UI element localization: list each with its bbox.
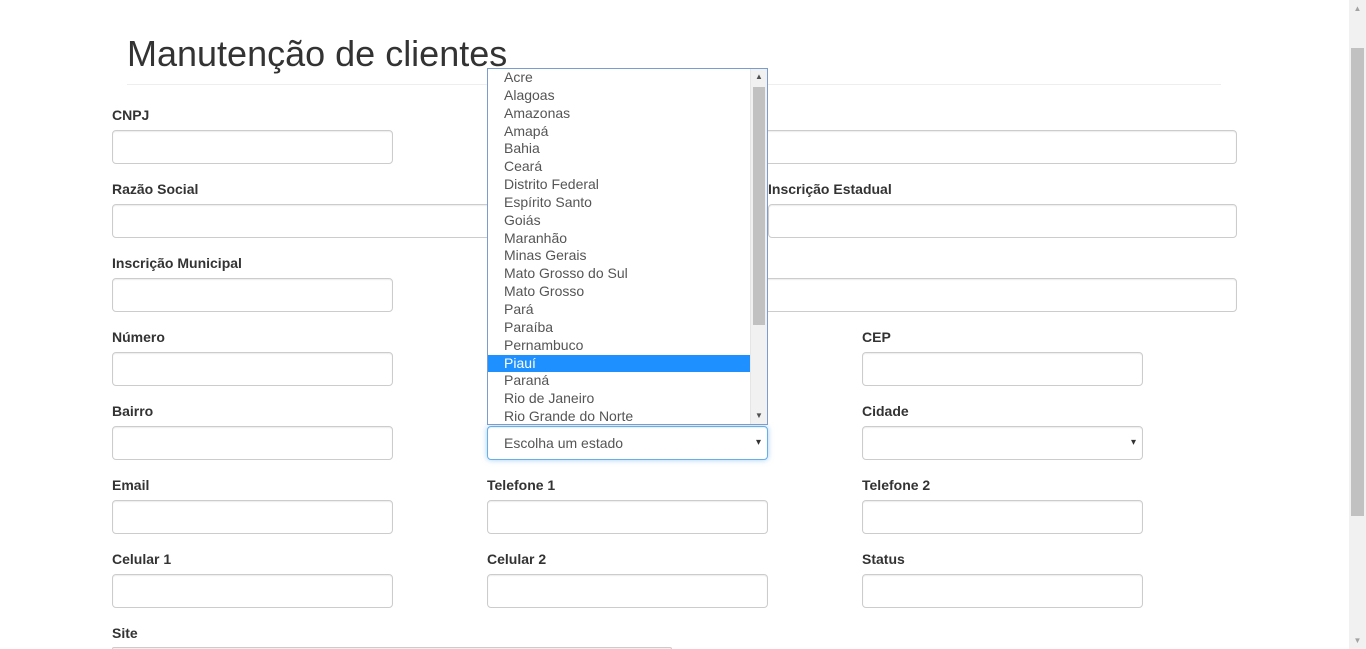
telefone1-input[interactable]	[487, 500, 768, 534]
chevron-down-icon: ▾	[1130, 437, 1136, 448]
inscricao-estadual-input[interactable]	[768, 204, 1237, 238]
estado-select-value: Escolha um estado	[504, 435, 624, 451]
scroll-up-arrow-icon[interactable]: ▲	[1349, 0, 1366, 17]
scroll-up-arrow-icon[interactable]: ▲	[751, 69, 767, 85]
inscricao-municipal-input[interactable]	[112, 278, 393, 312]
cep-label: CEP	[862, 329, 891, 345]
bairro-label: Bairro	[112, 403, 154, 419]
estado-option[interactable]: Piauí	[488, 354, 750, 373]
numero-input[interactable]	[112, 352, 393, 386]
estado-option[interactable]: Rio de Janeiro	[488, 390, 750, 408]
cep-input[interactable]	[862, 352, 1143, 386]
cnpj-label: CNPJ	[112, 107, 150, 123]
razao-social-label: Razão Social	[112, 181, 199, 197]
estado-option[interactable]: Alagoas	[488, 87, 750, 105]
chevron-down-icon: ▾	[755, 437, 761, 448]
estado-option[interactable]: Paraíba	[488, 319, 750, 337]
estado-select[interactable]: Escolha um estado ▾	[487, 426, 768, 460]
celular2-input[interactable]	[487, 574, 768, 608]
estado-option[interactable]: Paraná	[488, 372, 750, 390]
estado-option[interactable]: Goiás	[488, 212, 750, 230]
estado-options: Acre Alagoas Amazonas Amapá Bahia Ceará Distri…	[488, 69, 767, 424]
page-scroll-thumb[interactable]	[1351, 48, 1364, 516]
estado-option[interactable]: Mato Grosso	[488, 283, 750, 301]
inscricao-municipal-label: Inscrição Municipal	[112, 255, 242, 271]
dropdown-scrollbar[interactable]: ▲ ▼	[750, 69, 767, 424]
estado-option[interactable]: Espírito Santo	[488, 194, 750, 212]
estado-option[interactable]: Bahia	[488, 140, 750, 158]
estado-option[interactable]: Mato Grosso do Sul	[488, 265, 750, 283]
telefone2-input[interactable]	[862, 500, 1143, 534]
estado-option[interactable]: Minas Gerais	[488, 247, 750, 265]
inscricao-estadual-label: Inscrição Estadual	[768, 181, 892, 197]
celular2-label: Celular 2	[487, 551, 547, 567]
estado-option[interactable]: Amazonas	[488, 105, 750, 123]
bairro-input[interactable]	[112, 426, 393, 460]
page-title: Manutenção de clientes	[127, 33, 508, 74]
scroll-down-arrow-icon[interactable]: ▼	[1349, 632, 1366, 649]
estado-option[interactable]: Maranhão	[488, 230, 750, 248]
site-label: Site	[112, 625, 138, 641]
cnpj-input[interactable]	[112, 130, 393, 164]
scroll-down-arrow-icon[interactable]: ▼	[751, 408, 767, 424]
status-label: Status	[862, 551, 905, 567]
email-input[interactable]	[112, 500, 393, 534]
estado-option[interactable]: Distrito Federal	[488, 176, 750, 194]
telefone1-label: Telefone 1	[487, 477, 556, 493]
celular1-input[interactable]	[112, 574, 393, 608]
cidade-label: Cidade	[862, 403, 909, 419]
estado-option[interactable]: Acre	[488, 69, 750, 87]
estado-option[interactable]: Pernambuco	[488, 337, 750, 355]
estado-option[interactable]: Rio Grande do Norte	[488, 408, 750, 424]
dropdown-scroll-thumb[interactable]	[753, 87, 765, 325]
estado-dropdown-list[interactable]: Acre Alagoas Amazonas Amapá Bahia Ceará Distri…	[487, 68, 768, 425]
status-input[interactable]	[862, 574, 1143, 608]
email-label: Email	[112, 477, 150, 493]
celular1-label: Celular 1	[112, 551, 172, 567]
estado-option[interactable]: Pará	[488, 301, 750, 319]
estado-option[interactable]: Amapá	[488, 123, 750, 141]
page-scrollbar[interactable]: ▲ ▼	[1349, 0, 1366, 649]
telefone2-label: Telefone 2	[862, 477, 931, 493]
numero-label: Número	[112, 329, 165, 345]
estado-option[interactable]: Ceará	[488, 158, 750, 176]
cidade-select[interactable]: ▾	[862, 426, 1143, 460]
